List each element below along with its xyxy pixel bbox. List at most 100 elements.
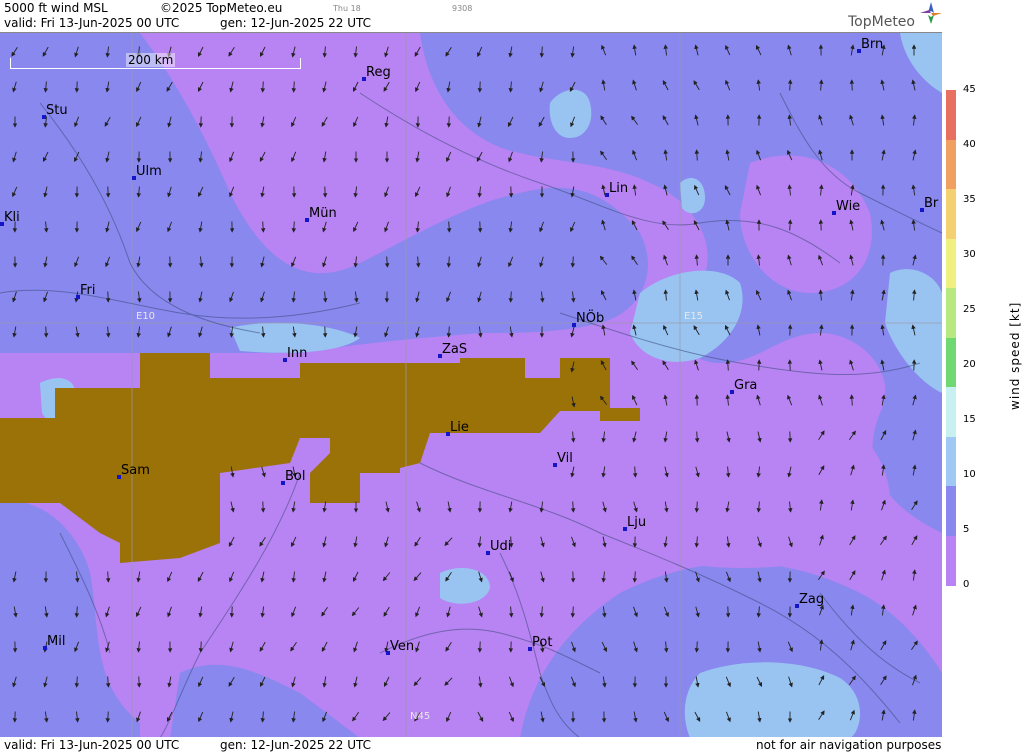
wind-arrow [818, 394, 823, 406]
day-tag: Thu 18 [333, 4, 361, 13]
city-label: Gra [734, 378, 758, 393]
wind-arrow [446, 606, 451, 618]
wind-arrow [571, 536, 576, 548]
map-footer: valid: Fri 13-Jun-2025 00 UTC gen: 12-Ju… [0, 737, 942, 753]
wind-arrow [476, 151, 483, 162]
legend-color-step [946, 436, 956, 487]
wind-arrow [570, 606, 576, 618]
wind-arrow [383, 81, 390, 92]
grid-label-n45: N45 [410, 711, 431, 722]
wind-arrow [322, 81, 327, 93]
wind-arrow [383, 606, 390, 617]
wind-arrow [229, 81, 234, 93]
wind-arrow [353, 641, 358, 653]
city-label: Bol [285, 469, 306, 484]
legend-color-step [946, 486, 956, 537]
wind-arrow [694, 149, 700, 161]
disclaimer: not for air navigation purposes [756, 738, 942, 752]
wind-arrow [477, 711, 484, 722]
wind-arrow [167, 606, 172, 618]
wind-field-layer [0, 33, 942, 738]
terrain-mask [0, 353, 640, 563]
wind-arrow [508, 291, 514, 303]
generated-time: gen: 12-Jun-2025 22 UTC [220, 16, 372, 30]
copyright: ©2025 TopMeteo.eu [160, 1, 283, 15]
wind-arrow [105, 676, 111, 688]
wind-arrow [632, 571, 638, 583]
city-label: Vil [557, 451, 573, 466]
wind-arrow [912, 604, 917, 616]
city-label: Lju [627, 515, 647, 530]
footer-generated-time: gen: 12-Jun-2025 22 UTC [220, 738, 372, 752]
legend-color-step [946, 288, 956, 339]
wind-arrow [787, 394, 793, 406]
wind-arrow [260, 571, 265, 583]
wind-arrow [662, 360, 669, 371]
wind-arrow [508, 676, 514, 688]
wind-arrow [291, 151, 297, 163]
wind-arrow [508, 151, 513, 163]
wind-arrow [694, 501, 700, 513]
wind-arrow [291, 676, 296, 688]
wind-arrow [353, 46, 358, 58]
wind-arrow [136, 641, 141, 653]
wind-arrow [74, 606, 80, 618]
map-header: 5000 ft wind MSL ©2025 TopMeteo.eu Thu 1… [0, 0, 942, 32]
wind-map[interactable]: 200 km E10 E15 N45 Brn Reg Stu Ulm Lin Mün Wie… [0, 32, 942, 739]
wind-arrow [694, 359, 699, 371]
wind-arrow [291, 116, 297, 128]
wind-arrow [259, 46, 266, 58]
wind-arrow [415, 221, 420, 233]
wind-arrow [414, 46, 421, 57]
wind-arrow [570, 466, 575, 478]
wind-arrow [352, 571, 359, 583]
wind-arrow [291, 571, 296, 583]
wind-arrow [384, 536, 389, 548]
wind-arrow [444, 537, 453, 546]
city-label: Br [924, 196, 939, 211]
city-label: Zag [799, 592, 825, 607]
wind-arrow [508, 711, 514, 723]
compass-logo-icon [920, 2, 942, 24]
wind-arrow [632, 394, 638, 406]
wind-arrow [478, 676, 483, 688]
wind-arrow [382, 712, 391, 722]
wind-arrow [384, 256, 390, 268]
wind-arrow [849, 570, 856, 581]
wind-arrow [290, 642, 297, 652]
city-label: Lin [609, 181, 629, 196]
wind-arrow [849, 359, 854, 371]
wind-arrow [446, 186, 451, 198]
wind-arrow [446, 151, 452, 163]
legend-tick-label: 15 [963, 414, 976, 425]
wind-arrow [570, 431, 576, 443]
wind-arrow [229, 641, 234, 653]
wind-arrow [415, 81, 421, 93]
wind-arrow [384, 221, 389, 233]
wind-arrow [414, 536, 421, 547]
wind-arrow [385, 501, 390, 513]
product-title: 5000 ft wind MSL [4, 1, 108, 15]
wind-arrow [446, 256, 452, 268]
city-label: Reg [366, 65, 391, 80]
grid-label-e15: E15 [684, 311, 704, 322]
city-label: Ven [390, 639, 415, 654]
legend-tick-label: 20 [963, 359, 976, 370]
legend-color-step [946, 337, 956, 388]
wind-arrow [540, 571, 545, 583]
legend-tick-label: 40 [963, 139, 976, 150]
wind-arrow [663, 254, 668, 266]
legend-color-step [946, 387, 956, 438]
wind-arrow [321, 607, 328, 617]
wind-arrow [416, 501, 421, 513]
wind-arrow [881, 569, 886, 581]
wind-arrow [261, 466, 266, 478]
wind-arrow [353, 186, 358, 198]
wind-arrow [382, 572, 391, 582]
wind-arrow [415, 186, 421, 198]
wind-arrow [230, 501, 235, 513]
legend-title: wind speed [kt] [1008, 301, 1022, 410]
moderate-wind-zone [440, 568, 490, 604]
wind-arrow [787, 79, 793, 91]
wind-arrow [291, 81, 297, 93]
